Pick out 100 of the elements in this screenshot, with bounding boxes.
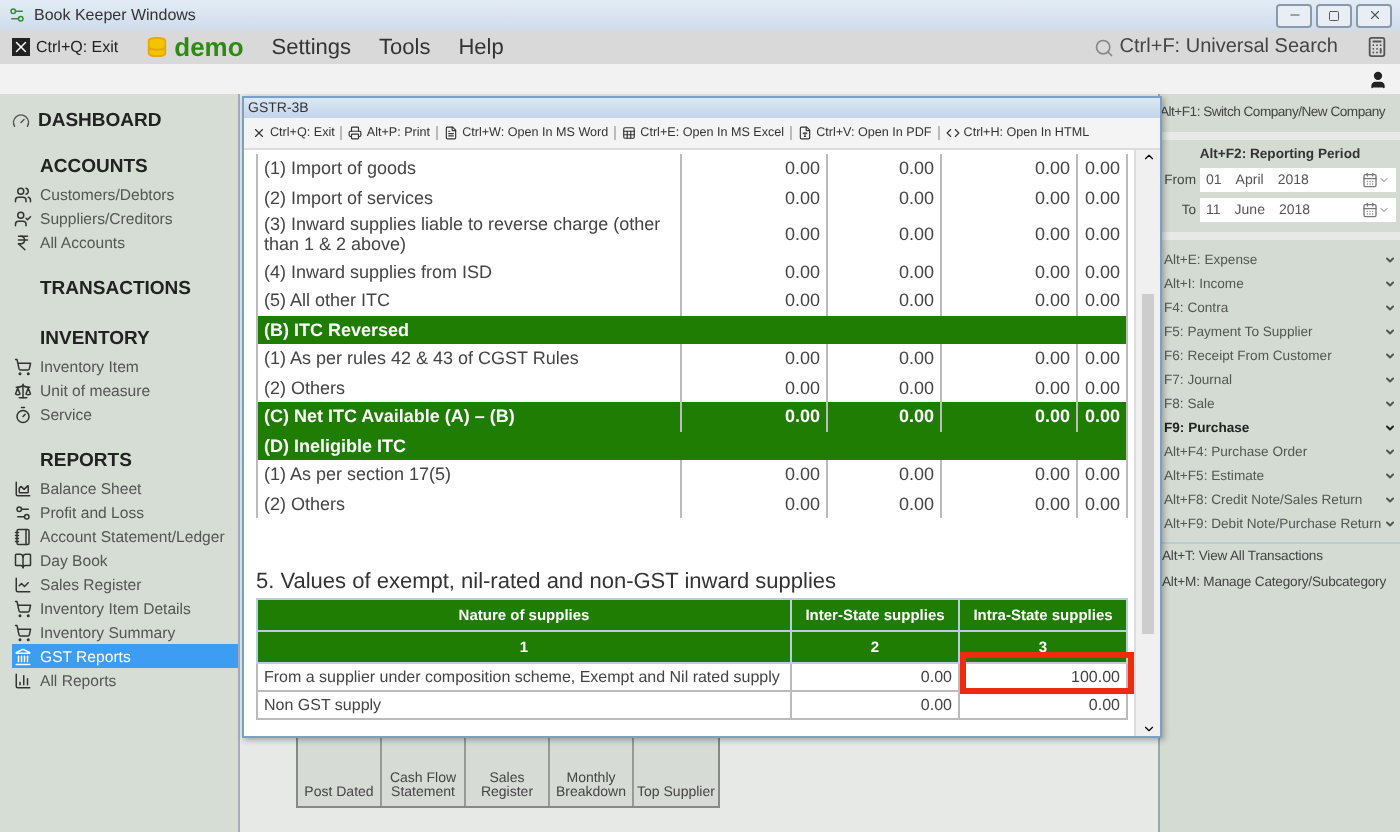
user-icon[interactable] xyxy=(1368,69,1388,89)
close-icon xyxy=(1367,8,1381,22)
table-cell: 0.00 xyxy=(681,183,827,212)
search-icon xyxy=(1093,37,1114,57)
gauge-icon xyxy=(12,112,30,130)
table-cell: (2) Others xyxy=(257,373,681,403)
dashboard-label: DASHBOARD xyxy=(38,110,162,132)
company-name: demo xyxy=(174,32,244,62)
table-cell: 0.00 xyxy=(827,460,941,490)
table-cell: 0.00 xyxy=(681,489,827,519)
exit-menu[interactable]: Ctrl+Q: Exit xyxy=(12,38,119,56)
table-cell: 0.00 xyxy=(941,183,1077,212)
section-title: INVENTORY xyxy=(38,328,152,350)
app-logo-icon xyxy=(8,6,26,24)
line-chart-icon xyxy=(14,575,32,593)
table-cell: 0.00 xyxy=(827,212,941,258)
table-cell: 0.00 xyxy=(941,402,1077,432)
table-cell: 0.00 xyxy=(827,286,941,316)
group-header: (D) Ineligible ITC xyxy=(257,431,1127,461)
area-chart-icon xyxy=(14,479,32,497)
scale-icon xyxy=(14,381,32,399)
calculator-icon[interactable] xyxy=(1366,36,1388,58)
calendar-icon[interactable] xyxy=(1362,172,1390,188)
close-icon xyxy=(12,38,30,56)
document-icon xyxy=(444,126,459,140)
table-cell: 0.00 xyxy=(1077,344,1127,374)
scrollbar[interactable] xyxy=(1134,150,1160,736)
company-menu[interactable]: demo xyxy=(146,32,244,62)
scroll-down-icon[interactable] xyxy=(1141,722,1155,736)
book-icon xyxy=(14,551,32,569)
section-title: ACCOUNTS xyxy=(38,156,150,178)
table-cell: (4) Inward supplies from ISD xyxy=(257,257,681,287)
table-cell: 0.00 xyxy=(941,286,1077,316)
table-cell: 0.00 xyxy=(827,183,941,212)
spreadsheet-icon xyxy=(622,126,637,140)
table-cell: 0.00 xyxy=(827,344,941,374)
table-cell: 0.00 xyxy=(827,154,941,183)
table-cell: (5) All other ITC xyxy=(257,286,681,316)
table-cell: 0.00 xyxy=(1077,460,1127,490)
close-icon xyxy=(252,126,266,140)
table-cell: 0.00 xyxy=(681,154,827,183)
section-title: REPORTS xyxy=(38,450,134,472)
table-cell: Non GST supply xyxy=(257,691,791,720)
printer-icon xyxy=(348,126,363,140)
table-cell: 0.00 xyxy=(941,154,1077,183)
table-cell: (1) As per section 17(5) xyxy=(257,460,681,490)
table-cell: 0.00 xyxy=(1077,286,1127,316)
person-check-icon xyxy=(14,209,32,227)
table-cell: 0.00 xyxy=(941,344,1077,374)
cart-icon xyxy=(14,623,32,641)
notebook-icon xyxy=(14,527,32,545)
minimize-icon xyxy=(1287,8,1301,22)
table-cell: 0.00 xyxy=(941,489,1077,519)
table-cell: 0.00 xyxy=(827,257,941,287)
table-cell: (3) Inward supplies liable to reverse charge (other than 1 & 2 above) xyxy=(257,212,681,258)
scroll-up-icon[interactable] xyxy=(1141,150,1155,164)
table-cell: 0.00 xyxy=(959,691,1127,720)
table-cell: (1) Import of goods xyxy=(257,154,681,183)
stopwatch-icon xyxy=(14,405,32,423)
table-cell: 0.00 xyxy=(941,257,1077,287)
database-icon xyxy=(146,36,169,58)
table-cell: (2) Others xyxy=(257,489,681,519)
table-cell: (1) As per rules 42 & 43 of CGST Rules xyxy=(257,344,681,374)
table-cell: 0.00 xyxy=(827,489,941,519)
dashboard-link[interactable]: DASHBOARD xyxy=(12,110,238,132)
section-heading: 5. Values of exempt, nil-rated and non-GST inward supplies xyxy=(256,570,839,595)
menu-item[interactable]: Tools xyxy=(379,35,431,59)
cart-icon xyxy=(14,599,32,617)
table-cell: (C) Net ITC Available (A) – (B) xyxy=(257,402,681,432)
calendar-icon[interactable] xyxy=(1362,202,1390,218)
table-cell: 0.00 xyxy=(941,373,1077,403)
menu-item[interactable]: Settings xyxy=(271,35,352,59)
table-cell: From a supplier under composition scheme, Exempt and Nil rated supply xyxy=(257,663,791,692)
menu-item[interactable]: Help xyxy=(458,35,504,59)
table-cell: 0.00 xyxy=(681,212,827,258)
rupee-icon xyxy=(14,233,32,251)
window-title: Book Keeper Windows xyxy=(34,6,196,24)
table-cell: 0.00 xyxy=(1077,212,1127,258)
table-cell: 0.00 xyxy=(791,691,959,720)
table-cell: (2) Import of services xyxy=(257,183,681,212)
table-cell: 0.00 xyxy=(941,460,1077,490)
table-cell: 0.00 xyxy=(941,212,1077,258)
table-cell: 0.00 xyxy=(681,402,827,432)
bank-icon xyxy=(14,647,32,665)
table-cell: 0.00 xyxy=(791,663,959,692)
table-cell: 0.00 xyxy=(681,460,827,490)
table-cell: 0.00 xyxy=(827,402,941,432)
cart-icon xyxy=(14,357,32,375)
table-cell: 0.00 xyxy=(681,344,827,374)
table-cell: 0.00 xyxy=(827,373,941,403)
group-header: (B) ITC Reversed xyxy=(257,315,1127,345)
exit-label: Ctrl+Q: Exit xyxy=(36,38,119,56)
people-icon xyxy=(14,185,32,203)
sliders-icon xyxy=(14,503,32,521)
file-icon xyxy=(798,126,813,140)
table-cell: 0.00 xyxy=(1077,402,1127,432)
table-cell: 0.00 xyxy=(1077,154,1127,183)
restore-icon xyxy=(1328,9,1340,21)
table-cell: 0.00 xyxy=(681,373,827,403)
restore-button[interactable] xyxy=(1316,3,1352,27)
